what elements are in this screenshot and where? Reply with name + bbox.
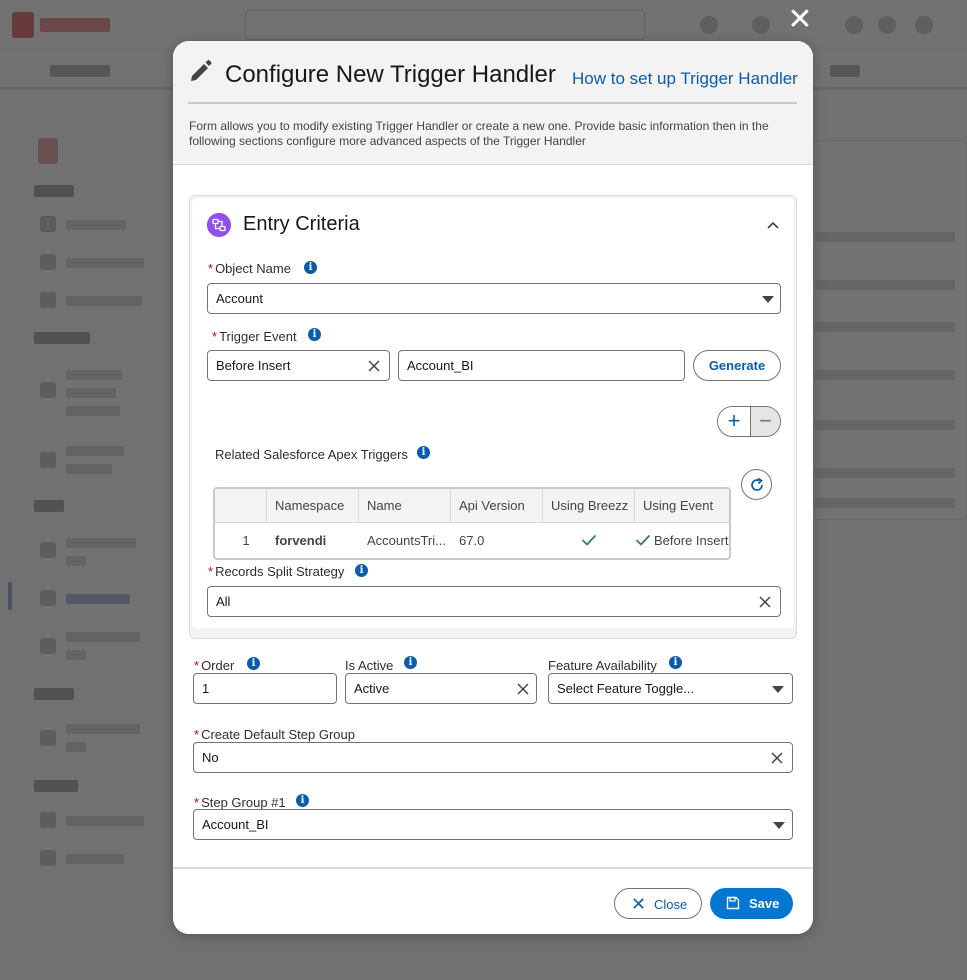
flow-icon (207, 213, 231, 237)
is-active-label: Is Active (345, 658, 394, 673)
info-icon[interactable]: i (355, 564, 368, 577)
refresh-icon (751, 477, 763, 491)
close-button[interactable]: Close (614, 888, 702, 919)
cell-namespace: forvendi (275, 533, 327, 548)
column-using-event[interactable]: Using Event (635, 489, 729, 523)
order-input[interactable]: 1 (193, 673, 337, 704)
table-header: Namespace Name Api Version Using Breezz … (215, 489, 729, 523)
order-label: * Order (194, 658, 235, 673)
default-step-group-label: * Create Default Step Group (194, 727, 355, 742)
cell-name[interactable]: AccountsTri... (359, 523, 451, 558)
save-button-label: Save (749, 896, 780, 911)
row-index: 1 (242, 533, 250, 548)
refresh-button[interactable] (741, 469, 772, 500)
trigger-handler-modal: Configure New Trigger Handler How to set… (173, 41, 813, 934)
step-group-label: * Step Group #1 (194, 795, 286, 810)
feature-toggle-select[interactable]: Select Feature Toggle... (548, 673, 793, 704)
save-icon (726, 896, 740, 910)
info-icon[interactable]: i (669, 656, 682, 669)
table-row[interactable]: 1 forvendi AccountsTri... 67.0 Before In… (215, 523, 729, 558)
clear-icon[interactable] (367, 359, 381, 373)
clear-icon[interactable] (770, 751, 784, 765)
column-api-version[interactable]: Api Version (451, 489, 543, 523)
split-strategy-label: * Records Split Strategy (208, 564, 345, 579)
clear-icon[interactable] (758, 595, 772, 609)
save-button[interactable]: Save (710, 888, 793, 919)
cell-api-version: 67.0 (459, 533, 485, 548)
object-name-label: * Object Name (208, 261, 291, 276)
pencil-icon (191, 60, 212, 81)
info-icon[interactable]: i (296, 794, 309, 807)
add-remove-button-group: + − (717, 406, 781, 437)
step-group-select[interactable]: Account_BI (193, 809, 793, 840)
column-index (215, 489, 267, 523)
related-triggers-table: Namespace Name Api Version Using Breezz … (213, 487, 731, 560)
check-icon (581, 534, 597, 546)
feature-availability-label: Feature Availability (548, 658, 657, 673)
section-title: Entry Criteria (243, 213, 360, 235)
object-name-select[interactable]: Account (207, 283, 781, 314)
caret-down-icon (773, 822, 785, 829)
default-step-group-combobox[interactable]: No (193, 742, 793, 773)
entry-criteria-section: Entry Criteria * Object Name i Account * T… (189, 195, 797, 639)
caret-down-icon (772, 686, 784, 693)
info-icon[interactable]: i (404, 656, 417, 669)
header-divider (188, 102, 797, 104)
add-trigger-button[interactable]: + (718, 407, 750, 436)
cell-using-event: Before Insert (654, 533, 729, 548)
trigger-event-label: * Trigger Event (212, 329, 297, 344)
info-icon[interactable]: i (304, 261, 317, 274)
info-icon[interactable]: i (417, 446, 430, 459)
column-name[interactable]: Name (359, 489, 451, 523)
close-icon (633, 898, 644, 909)
remove-trigger-button[interactable]: − (750, 407, 780, 436)
trigger-name-input[interactable]: Account_BI (398, 350, 685, 381)
split-strategy-combobox[interactable]: All (207, 586, 781, 617)
generate-button[interactable]: Generate (693, 350, 781, 381)
is-active-combobox[interactable]: Active (345, 673, 537, 704)
info-icon[interactable]: i (308, 328, 321, 341)
modal-header: Configure New Trigger Handler How to set… (173, 41, 813, 165)
clear-icon[interactable] (516, 682, 530, 696)
column-namespace[interactable]: Namespace (267, 489, 359, 523)
help-link[interactable]: How to set up Trigger Handler (572, 69, 798, 89)
related-triggers-label: Related Salesforce Apex Triggers (215, 447, 408, 462)
trigger-event-combobox[interactable]: Before Insert (207, 350, 390, 381)
column-using-breezz[interactable]: Using Breezz (543, 489, 635, 523)
entry-criteria-card: Entry Criteria * Object Name i Account * T… (192, 198, 794, 628)
chevron-up-icon[interactable] (766, 220, 780, 230)
info-icon[interactable]: i (247, 657, 260, 670)
close-button-label: Close (654, 897, 688, 912)
caret-down-icon (762, 296, 774, 303)
modal-footer: Close Save (173, 867, 813, 934)
modal-body[interactable]: Entry Criteria * Object Name i Account * T… (173, 165, 813, 867)
close-modal-icon[interactable]: ✕ (787, 5, 813, 35)
modal-title: Configure New Trigger Handler (225, 61, 556, 88)
modal-description: Form allows you to modify existing Trigg… (189, 119, 769, 148)
